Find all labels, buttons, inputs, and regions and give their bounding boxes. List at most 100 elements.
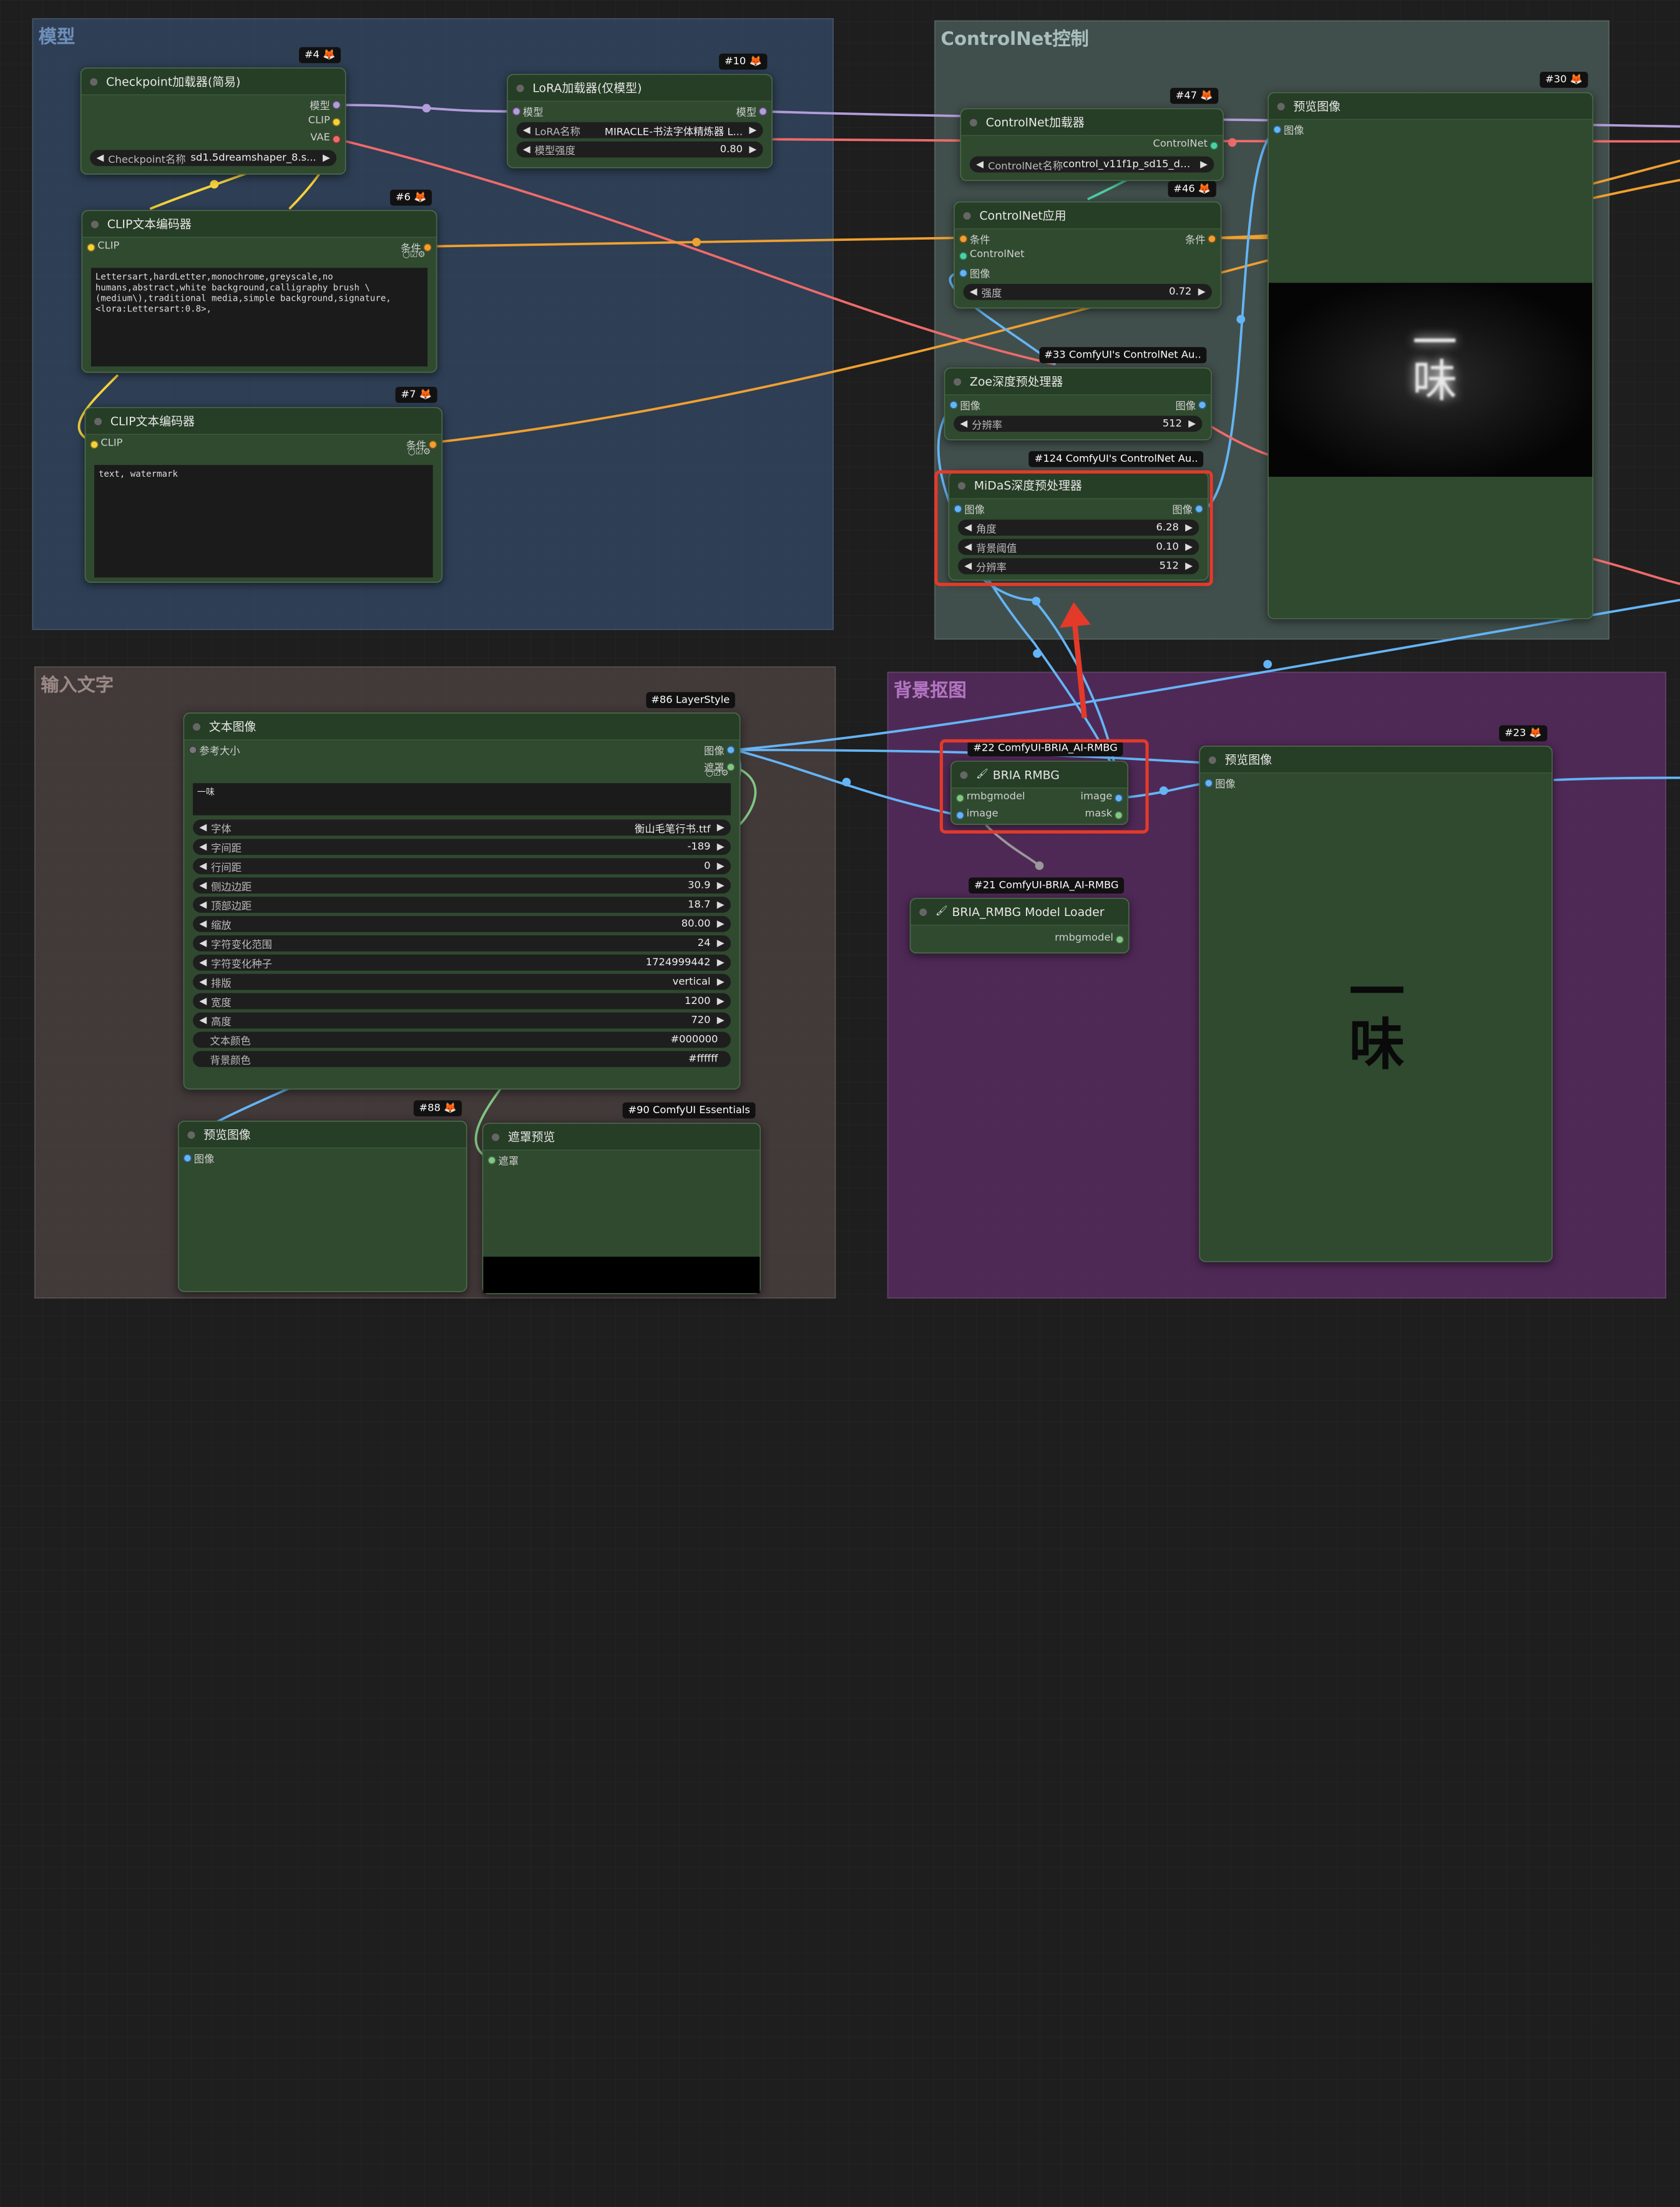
lora-strength-slider[interactable]: ◀ 模型强度 0.80 ▶ <box>516 141 763 158</box>
node-header[interactable]: 🖌 BRIA_RMBG Model Loader <box>911 899 1129 926</box>
arrow-right-icon[interactable]: ▶ <box>1185 561 1193 572</box>
arrow-right-icon[interactable]: ▶ <box>1185 522 1193 533</box>
arrow-left-icon[interactable]: ◀ <box>199 938 207 948</box>
arrow-right-icon[interactable]: ▶ <box>717 842 725 852</box>
checkpoint-name-combo[interactable]: ◀ Checkpoint名称 sd1.5dreamshaper_8.s... ▶ <box>90 150 337 167</box>
node-header[interactable]: ControlNet应用 <box>954 202 1221 230</box>
node-preview-image-88[interactable]: #88 🦊 预览图像 图像 <box>178 1100 467 1292</box>
node-zoe-depth[interactable]: #33 ComfyUI's ControlNet Au.. Zoe深度预处理器 … <box>944 347 1212 441</box>
node-header[interactable]: 文本图像 <box>184 713 740 741</box>
node-header[interactable]: LoRA加载器(仅模型) <box>507 75 772 102</box>
node-preview-image-23[interactable]: #23 🦊 预览图像 图像 一 味 <box>1199 725 1553 1262</box>
node-bria-rmbg[interactable]: #22 ComfyUI-BRIA_AI-RMBG 🖌 BRIA RMBG rmbg… <box>950 740 1129 826</box>
arrow-right-icon[interactable]: ▶ <box>717 861 725 872</box>
collapse-dot-icon[interactable] <box>1277 102 1285 110</box>
input-pin[interactable] <box>183 1154 192 1162</box>
arrow-left-icon[interactable]: ◀ <box>976 159 984 170</box>
input-pin[interactable] <box>1204 779 1213 787</box>
arrow-left-icon[interactable]: ◀ <box>199 861 207 872</box>
output-pin[interactable] <box>332 135 341 144</box>
prompt-textarea[interactable]: text, watermark <box>94 465 433 578</box>
output-pin[interactable] <box>332 100 341 110</box>
node-lora-loader[interactable]: #10 🦊 LoRA加载器(仅模型) 模型 模型 ◀ LoRA名称 MIRACLE-书… <box>507 53 773 168</box>
arrow-left-icon[interactable]: ◀ <box>964 542 972 552</box>
text-image-widget[interactable]: ◀ 字符变化种子 1724999442 ▶ <box>193 954 731 971</box>
output-pin[interactable] <box>1114 811 1123 820</box>
input-pin[interactable] <box>87 243 95 252</box>
collapse-dot-icon[interactable] <box>187 1131 195 1139</box>
output-pin[interactable] <box>1194 504 1204 514</box>
arrow-left-icon[interactable]: ◀ <box>199 918 207 929</box>
node-preview-image-30[interactable]: #30 🦊 预览图像 图像 一 味 <box>1267 72 1594 620</box>
arrow-right-icon[interactable]: ▶ <box>1198 286 1206 297</box>
input-pin[interactable] <box>949 401 958 409</box>
toggle-icons[interactable]: ○☑⚙ <box>408 447 431 456</box>
prompt-textarea[interactable]: Lettersart,hardLetter,monochrome,greysca… <box>90 268 428 367</box>
arrow-right-icon[interactable]: ▶ <box>749 144 756 155</box>
node-clip-text-encode-negative[interactable]: #7 🦊 CLIP文本编码器 CLIP 条件 ○☑⚙ text, watermar… <box>84 386 443 583</box>
arrow-right-icon[interactable]: ▶ <box>323 153 330 163</box>
arrow-right-icon[interactable]: ▶ <box>717 918 725 929</box>
arrow-left-icon[interactable]: ◀ <box>199 996 207 1006</box>
arrow-right-icon[interactable]: ▶ <box>717 977 725 987</box>
controlnet-name-combo[interactable]: ◀ ControlNet名称 control_v11f1p_sd15_de... ▶ <box>969 156 1214 173</box>
node-checkpoint-loader[interactable]: #4 🦊 Checkpoint加载器(简易) 模型 CLIP VAE ◀ Chec… <box>80 47 346 175</box>
text-image-widget[interactable]: ◀ 行间距 0 ▶ <box>193 858 731 875</box>
resolution-slider[interactable]: ◀ 分辨率 512 ▶ <box>954 416 1203 432</box>
arrow-left-icon[interactable]: ◀ <box>523 125 530 135</box>
text-image-widget[interactable]: ◀ 侧边边距 30.9 ▶ <box>193 877 731 894</box>
output-pin[interactable] <box>1209 141 1219 150</box>
arrow-left-icon[interactable]: ◀ <box>97 153 104 163</box>
node-header[interactable]: 预览图像 <box>178 1121 466 1149</box>
arrow-left-icon[interactable]: ◀ <box>964 522 972 533</box>
text-image-widget[interactable]: ◀ 排版 vertical ▶ <box>193 973 731 990</box>
input-pin[interactable] <box>512 107 521 116</box>
node-header[interactable]: Checkpoint加载器(简易) <box>81 68 345 95</box>
arrow-right-icon[interactable]: ▶ <box>1188 418 1196 429</box>
arrow-right-icon[interactable]: ▶ <box>717 938 725 948</box>
collapse-dot-icon[interactable] <box>919 908 927 916</box>
input-pin[interactable] <box>1272 125 1282 134</box>
arrow-right-icon[interactable]: ▶ <box>717 899 725 910</box>
text-image-widget[interactable]: ◀ 高度 720 ▶ <box>193 1012 731 1029</box>
arrow-left-icon[interactable]: ◀ <box>964 561 972 572</box>
node-clip-text-encode-positive[interactable]: #6 🦊 CLIP文本编码器 CLIP 条件 ○☑⚙ Lettersart,har… <box>81 189 437 373</box>
input-pin[interactable] <box>959 251 968 261</box>
node-bria-model-loader[interactable]: #21 ComfyUI-BRIA_AI-RMBG 🖌 BRIA_RMBG Mode… <box>909 877 1130 954</box>
input-pin[interactable] <box>90 440 99 449</box>
output-pin[interactable] <box>758 107 768 116</box>
node-midas-depth[interactable]: #124 ComfyUI's ControlNet Au.. MiDaS深度预处… <box>948 451 1209 581</box>
text-input-area[interactable]: 一味 <box>193 783 731 816</box>
text-image-widget[interactable]: ◀ 字间距 -189 ▶ <box>193 839 731 855</box>
arrow-right-icon[interactable]: ▶ <box>1185 542 1193 552</box>
collapse-dot-icon[interactable] <box>969 118 977 126</box>
arrow-left-icon[interactable]: ◀ <box>199 842 207 852</box>
collapse-dot-icon[interactable] <box>90 220 99 228</box>
arrow-left-icon[interactable]: ◀ <box>199 957 207 968</box>
output-pin[interactable] <box>1208 235 1216 243</box>
arrow-right-icon[interactable]: ▶ <box>717 996 725 1006</box>
collapse-dot-icon[interactable] <box>492 1133 500 1141</box>
node-header[interactable]: 🖌 BRIA RMBG <box>951 761 1128 789</box>
arrow-right-icon[interactable]: ▶ <box>749 125 756 135</box>
node-header[interactable]: 预览图像 <box>1200 746 1552 774</box>
output-pin[interactable] <box>1115 935 1125 944</box>
collapse-dot-icon[interactable] <box>94 417 102 425</box>
collapse-dot-icon[interactable] <box>1208 756 1216 764</box>
arrow-right-icon[interactable]: ▶ <box>1200 159 1208 170</box>
node-mask-preview[interactable]: #90 ComfyUI Essentials 遮罩预览 遮罩 <box>482 1102 761 1295</box>
node-controlnet-apply[interactable]: #46 🦊 ControlNet应用 条件 条件 ControlNet 图像 ◀ 强… <box>954 181 1222 309</box>
node-header[interactable]: ControlNet加载器 <box>961 109 1223 137</box>
text-image-widget[interactable]: ◀ 缩放 80.00 ▶ <box>193 916 731 932</box>
output-pin[interactable] <box>726 746 735 754</box>
node-header[interactable]: CLIP文本编码器 <box>82 211 436 238</box>
arrow-right-icon[interactable]: ▶ <box>717 957 725 968</box>
node-controlnet-loader[interactable]: #47 🦊 ControlNet加载器 ControlNet ◀ ControlN… <box>960 87 1224 182</box>
angle-slider[interactable]: ◀ 角度 6.28 ▶ <box>957 519 1199 536</box>
node-header[interactable]: Zoe深度预处理器 <box>945 368 1211 396</box>
input-pin[interactable] <box>959 268 968 278</box>
input-pin[interactable] <box>487 1156 496 1165</box>
arrow-left-icon[interactable]: ◀ <box>960 418 967 429</box>
node-text-image[interactable]: #86 LayerStyle 文本图像 参考大小 图像 遮罩 ○☑⚙ 一味 ◀ 字体… <box>183 692 741 1090</box>
text-image-widget[interactable]: ◀ 字符变化范围 24 ▶ <box>193 935 731 952</box>
